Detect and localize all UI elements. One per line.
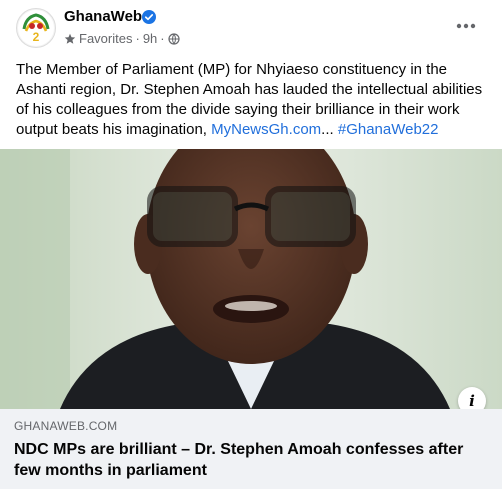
svg-text:2: 2 [33, 30, 40, 44]
page-name[interactable]: GhanaWeb [64, 8, 142, 25]
hashtag-link[interactable]: #GhanaWeb22 [338, 121, 439, 138]
facebook-post-card: 2 GhanaWeb Favorites · 9h · The Member o… [0, 0, 502, 489]
post-text: The Member of Parliament (MP) for Nhyiae… [16, 60, 488, 140]
star-icon [64, 33, 76, 44]
globe-icon [168, 32, 180, 45]
link-preview[interactable]: GHANAWEB.COM NDC MPs are brilliant – Dr.… [0, 409, 502, 489]
post-meta: Favorites · 9h · [64, 31, 180, 46]
link-ellipsis: ... [321, 121, 334, 138]
more-options-icon[interactable] [454, 14, 478, 38]
ghanaweb-logo-icon[interactable]: 2 [16, 8, 56, 48]
meta-separator: · [135, 31, 140, 46]
post-photo[interactable] [0, 149, 502, 409]
preview-domain: GHANAWEB.COM [14, 419, 118, 433]
source-link[interactable]: MyNewsGh.com [211, 121, 321, 138]
post-header: 2 GhanaWeb Favorites · 9h · [0, 0, 502, 56]
meta-separator-2: · [160, 31, 165, 46]
audience-label[interactable]: Favorites [79, 31, 132, 46]
post-time[interactable]: 9h [143, 31, 157, 46]
verified-badge-icon [142, 10, 156, 24]
preview-headline[interactable]: NDC MPs are brilliant – Dr. Stephen Amoa… [14, 439, 484, 481]
